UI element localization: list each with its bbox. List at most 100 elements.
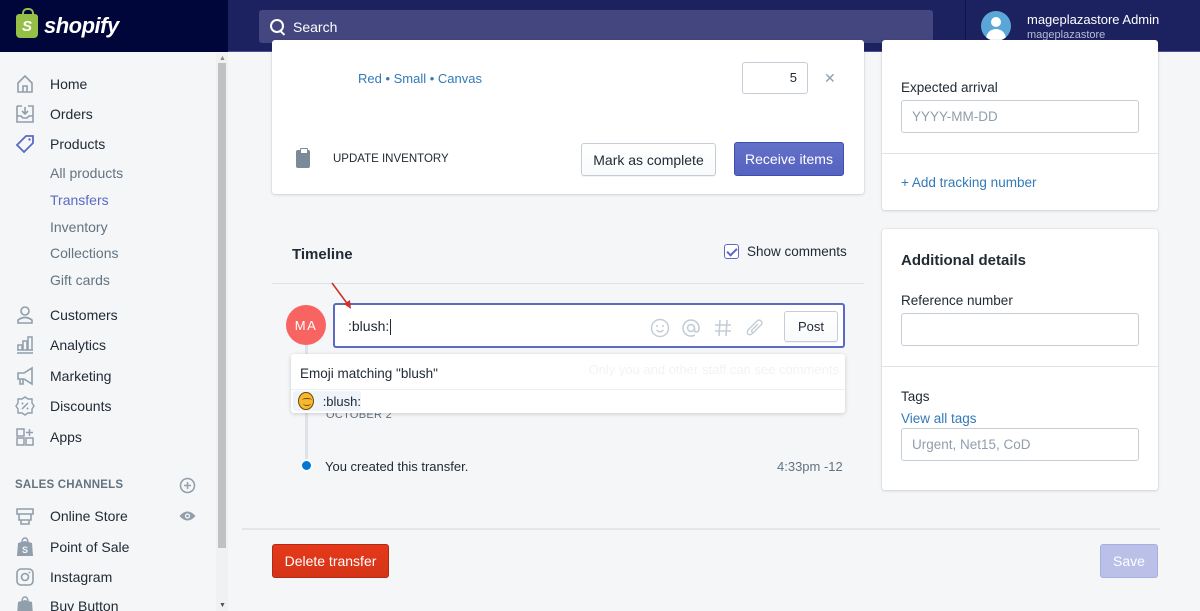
expected-arrival-label: Expected arrival	[901, 80, 998, 95]
shopping-bag-icon: S	[15, 537, 35, 557]
sidebar-item-analytics[interactable]: Analytics	[15, 333, 106, 357]
user-avatar-icon	[981, 11, 1011, 41]
apps-icon	[15, 427, 35, 447]
tag-icon	[15, 134, 35, 154]
search-icon	[269, 18, 287, 36]
hashtag-icon[interactable]	[713, 318, 733, 341]
sidebar-item-buy-button[interactable]: Buy Button	[15, 594, 119, 611]
blush-emoji-icon	[298, 392, 314, 410]
user-avatar: MA	[286, 305, 326, 345]
brand-name: shopify	[44, 13, 119, 38]
sidebar-scrollbar[interactable]: ▲ ▼	[216, 53, 228, 611]
sidebar-item-instagram[interactable]: Instagram	[15, 565, 112, 589]
sidebar-item-home[interactable]: Home	[15, 72, 87, 96]
scrollbar-thumb[interactable]	[218, 63, 226, 548]
expected-arrival-placeholder: YYYY-MM-DD	[912, 109, 998, 124]
timeline-event-text: You created this transfer.	[325, 459, 469, 474]
scroll-up-arrow-icon[interactable]: ▲	[219, 55, 226, 62]
sidebar-item-label: Buy Button	[50, 598, 119, 611]
show-comments-toggle[interactable]: Show comments	[724, 244, 847, 259]
sidebar-subitem-transfers[interactable]: Transfers	[50, 192, 109, 208]
emoji-option-blush[interactable]: :blush:	[293, 391, 361, 411]
sidebar-item-online-store[interactable]: Online Store	[15, 504, 128, 528]
expected-arrival-input[interactable]: YYYY-MM-DD	[901, 100, 1139, 133]
attachment-paperclip-icon[interactable]	[745, 318, 765, 341]
card-divider	[882, 366, 1158, 367]
emoji-shortcode: :blush:	[322, 393, 361, 409]
sidebar-item-label: Customers	[50, 307, 118, 323]
timeline-heading: Timeline	[292, 246, 353, 263]
emoji-picker-smile-icon[interactable]	[650, 318, 670, 341]
sidebar-item-label: Marketing	[50, 368, 112, 384]
save-button[interactable]: Save	[1100, 544, 1158, 578]
view-store-eye-icon[interactable]	[179, 509, 196, 525]
sidebar-item-customers[interactable]: Customers	[15, 303, 118, 327]
sidebar-item-label: Home	[50, 76, 88, 92]
clipboard-icon	[296, 148, 310, 168]
update-inventory-label: UPDATE INVENTORY	[333, 153, 449, 165]
annotation-arrow-icon	[331, 282, 351, 309]
sidebar-item-marketing[interactable]: Marketing	[15, 364, 111, 388]
person-icon	[15, 305, 35, 325]
store-icon	[15, 506, 35, 526]
receive-items-button[interactable]: Receive items	[734, 142, 844, 176]
add-channel-plus-icon[interactable]	[179, 477, 196, 497]
footer-divider	[242, 528, 1160, 530]
sidebar-subitem-collections[interactable]: Collections	[50, 245, 118, 261]
view-all-tags-link[interactable]: View all tags	[901, 411, 977, 426]
reference-number-input[interactable]	[901, 313, 1139, 346]
svg-text:S: S	[22, 545, 28, 555]
sidebar-item-products[interactable]: Products	[15, 132, 105, 156]
remove-item-close-icon[interactable]: ✕	[824, 70, 836, 87]
user-name: mageplazastore Admin	[1027, 11, 1160, 27]
emoji-popup-header: Emoji matching "blush"	[300, 366, 438, 381]
text-caret	[390, 319, 392, 336]
delete-transfer-button[interactable]: Delete transfer	[272, 544, 389, 578]
store-name: mageplazastore	[1027, 28, 1106, 41]
sidebar-subitem-gift-cards[interactable]: Gift cards	[50, 272, 110, 288]
post-comment-button[interactable]: Post	[784, 311, 838, 342]
additional-details-heading: Additional details	[901, 252, 1027, 269]
show-comments-label: Show comments	[747, 244, 847, 259]
sidebar-subitem-all-products[interactable]: All products	[50, 165, 123, 181]
mention-at-icon[interactable]	[681, 318, 701, 341]
variant-options[interactable]: Red • Small • Canvas	[358, 71, 482, 86]
sidebar-item-label: Orders	[50, 106, 93, 122]
sidebar-item-label: Online Store	[50, 508, 128, 524]
sidebar-item-apps[interactable]: Apps	[15, 425, 82, 449]
sidebar-item-orders[interactable]: Orders	[15, 102, 93, 126]
discount-icon	[15, 396, 35, 416]
sidebar-subitem-inventory[interactable]: Inventory	[50, 219, 108, 235]
comment-text: :blush:	[348, 318, 390, 334]
search-placeholder: Search	[293, 18, 338, 35]
sales-channels-heading: SALES CHANNELS	[15, 479, 124, 491]
reference-number-label: Reference number	[901, 293, 1013, 308]
search-input[interactable]: Search	[259, 10, 933, 43]
show-comments-checkbox[interactable]	[724, 244, 739, 259]
orders-icon	[15, 104, 35, 124]
add-tracking-number-link[interactable]: + Add tracking number	[901, 175, 1036, 190]
instagram-icon	[15, 567, 35, 587]
tags-placeholder: Urgent, Net15, CoD	[912, 437, 1031, 452]
mark-as-complete-button[interactable]: Mark as complete	[581, 143, 716, 176]
sidebar-item-label: Apps	[50, 429, 82, 445]
megaphone-icon	[15, 366, 35, 386]
timeline-divider	[272, 283, 864, 284]
bar-chart-icon	[15, 335, 35, 355]
sidebar-item-label: Products	[50, 136, 106, 152]
timeline-event-dot	[300, 459, 313, 472]
tags-label: Tags	[901, 389, 930, 404]
sidebar-item-discounts[interactable]: Discounts	[15, 394, 111, 418]
sidebar-item-label: Discounts	[50, 398, 112, 414]
comment-input[interactable]: :blush: Post	[333, 303, 845, 348]
shopify-logo[interactable]: S shopify	[0, 0, 228, 52]
comments-visibility-hint: Only you and other staff can see comment…	[588, 362, 839, 377]
emoji-popup-divider	[291, 389, 845, 390]
emoji-suggestion-popup: Emoji matching "blush" Only you and othe…	[291, 354, 845, 413]
sidebar-item-point-of-sale[interactable]: S Point of Sale	[15, 535, 129, 559]
sidebar: Home Orders Products All products Transf…	[0, 53, 228, 611]
sidebar-item-label: Instagram	[50, 569, 113, 585]
quantity-input[interactable]: 5	[742, 62, 808, 94]
tags-input[interactable]: Urgent, Net15, CoD	[901, 428, 1139, 461]
scroll-down-arrow-icon[interactable]: ▼	[219, 602, 226, 609]
